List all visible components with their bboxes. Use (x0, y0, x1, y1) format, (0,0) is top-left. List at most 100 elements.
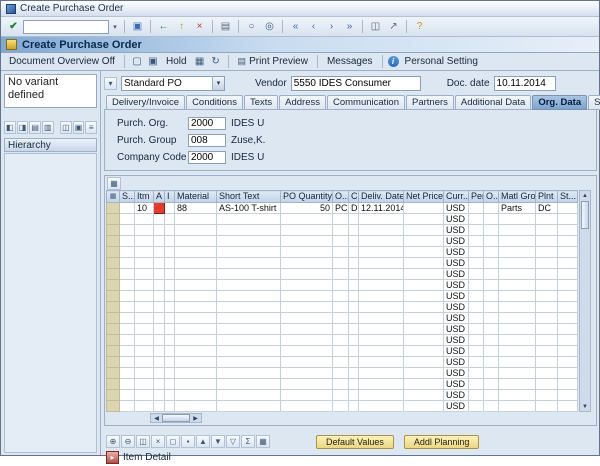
grid-cell[interactable] (280, 290, 333, 302)
grid-cell[interactable] (557, 246, 578, 258)
grid-cell[interactable] (174, 224, 217, 236)
grid-cell[interactable] (164, 224, 175, 236)
grid-cell[interactable] (498, 301, 536, 313)
grid-cell[interactable] (134, 246, 154, 258)
col-header-o[interactable]: O... (332, 190, 349, 203)
grid-cell[interactable] (468, 334, 484, 346)
grid-cell[interactable] (280, 257, 333, 269)
grid-cell[interactable]: USD (443, 367, 469, 379)
grid-cell[interactable] (403, 213, 444, 225)
grid-cell[interactable] (348, 213, 359, 225)
row-select[interactable] (106, 389, 120, 401)
row-select[interactable] (106, 268, 120, 280)
grid-cell[interactable]: 88 (174, 202, 217, 214)
personal-setting-button[interactable]: Personal Setting (401, 55, 482, 69)
grid-cell[interactable] (332, 400, 349, 412)
new-document-icon[interactable]: ▢ (130, 56, 144, 67)
tab-status[interactable]: Status (588, 95, 600, 110)
grid-cell[interactable] (280, 389, 333, 401)
grid-cell[interactable] (153, 356, 165, 368)
grid-cell[interactable] (332, 312, 349, 324)
grid-cell[interactable] (535, 301, 558, 313)
grid-cell[interactable] (119, 257, 135, 269)
grid-cell[interactable]: USD (443, 246, 469, 258)
grid-cell[interactable] (119, 334, 135, 346)
grid-cell[interactable] (134, 356, 154, 368)
row-select[interactable] (106, 334, 120, 346)
grid-cell[interactable] (483, 257, 499, 269)
grid-cell[interactable] (153, 378, 165, 390)
grid-cell[interactable] (535, 224, 558, 236)
grid-cell[interactable] (535, 367, 558, 379)
col-header-po-quantity[interactable]: PO Quantity (280, 190, 333, 203)
grid-cell[interactable] (174, 312, 217, 324)
grid-cell[interactable] (348, 345, 359, 357)
grid-settings-icon[interactable]: ▦ (256, 435, 270, 448)
grid-cell[interactable] (216, 400, 281, 412)
print-preview-button[interactable]: ▤ Print Preview (234, 55, 312, 69)
col-header-a[interactable]: A (153, 190, 165, 203)
grid-cell[interactable] (403, 334, 444, 346)
grid-cell[interactable] (535, 356, 558, 368)
col-header-c[interactable]: C (348, 190, 359, 203)
grid-cell[interactable] (280, 356, 333, 368)
grid-cell[interactable] (153, 345, 165, 357)
grid-cell[interactable] (468, 224, 484, 236)
grid-cell[interactable] (174, 323, 217, 335)
insert-row-icon[interactable]: ⊕ (106, 435, 120, 448)
grid-cell[interactable] (216, 356, 281, 368)
grid-cell[interactable] (216, 334, 281, 346)
grid-cell[interactable] (348, 389, 359, 401)
grid-cell[interactable] (348, 235, 359, 247)
grid-cell[interactable] (164, 334, 175, 346)
sort-asc-icon[interactable]: ▲ (196, 435, 210, 448)
grid-cell[interactable] (358, 301, 404, 313)
grid-cell[interactable]: AS-100 T-shirt (216, 202, 281, 214)
grid-cell[interactable] (174, 213, 217, 225)
grid-cell[interactable] (153, 235, 165, 247)
grid-cell[interactable] (216, 323, 281, 335)
grid-cell[interactable]: USD (443, 356, 469, 368)
grid-cell[interactable] (468, 356, 484, 368)
tab-address[interactable]: Address (279, 95, 326, 110)
grid-cell[interactable] (119, 301, 135, 313)
grid-cell[interactable] (164, 323, 175, 335)
grid-cell[interactable] (403, 345, 444, 357)
grid-cell[interactable] (498, 323, 536, 335)
grid-cell[interactable] (332, 235, 349, 247)
grid-cell[interactable] (216, 213, 281, 225)
grid-cell[interactable] (535, 268, 558, 280)
grid-cell[interactable] (164, 367, 175, 379)
grid-cell[interactable] (535, 312, 558, 324)
tab-communication[interactable]: Communication (327, 95, 405, 110)
purch-org-field[interactable] (188, 117, 226, 130)
grid-cell[interactable] (153, 213, 165, 225)
grid-cell[interactable] (119, 389, 135, 401)
grid-cell[interactable] (557, 312, 578, 324)
exit-icon[interactable]: ↑ (173, 19, 190, 35)
grid-cell[interactable]: USD (443, 224, 469, 236)
grid-cell[interactable] (348, 301, 359, 313)
grid-cell[interactable] (535, 345, 558, 357)
tab-conditions[interactable]: Conditions (186, 95, 243, 110)
grid-cell[interactable] (498, 345, 536, 357)
save-layout-icon[interactable]: ▥ (41, 121, 54, 134)
grid-cell[interactable] (280, 301, 333, 313)
grid-cell[interactable] (119, 213, 135, 225)
grid-cell[interactable] (216, 279, 281, 291)
info-icon[interactable]: i (387, 56, 399, 67)
grid-cell[interactable] (153, 301, 165, 313)
grid-cell[interactable] (557, 378, 578, 390)
grid-cell[interactable] (535, 290, 558, 302)
grid-cell[interactable]: USD (443, 323, 469, 335)
grid-cell[interactable] (164, 389, 175, 401)
save-icon[interactable]: ▣ (129, 19, 146, 35)
grid-cell[interactable] (348, 279, 359, 291)
grid-cell[interactable] (483, 400, 499, 412)
grid-cell[interactable]: D (348, 202, 359, 214)
grid-cell[interactable] (468, 301, 484, 313)
grid-cell[interactable] (280, 268, 333, 280)
grid-cell[interactable] (358, 345, 404, 357)
grid-cell[interactable] (483, 312, 499, 324)
grid-cell[interactable] (498, 257, 536, 269)
